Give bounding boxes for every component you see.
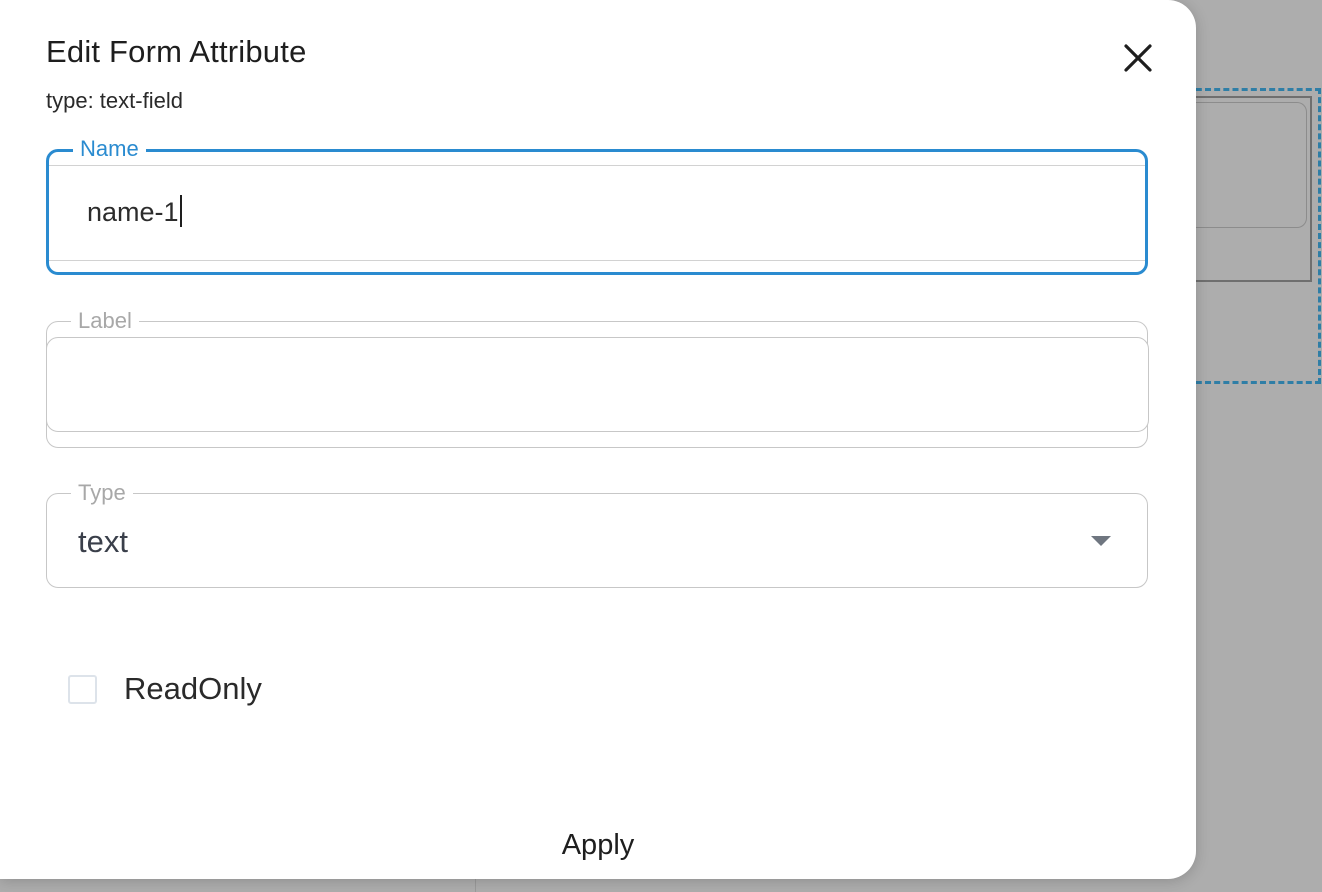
close-icon <box>1124 44 1152 72</box>
type-select[interactable]: Type text <box>46 478 1148 588</box>
readonly-checkbox[interactable] <box>68 674 97 704</box>
label-field-label: Label <box>71 306 139 336</box>
label-field[interactable]: Label <box>45 306 1149 448</box>
name-input[interactable]: name-1 <box>49 165 1145 261</box>
type-select-label: Type <box>71 478 133 508</box>
name-field[interactable]: Name name-1 <box>46 134 1148 275</box>
text-caret <box>179 195 182 227</box>
name-field-label: Name <box>73 134 146 164</box>
readonly-option[interactable]: ReadOnly <box>68 671 262 707</box>
apply-button[interactable]: Apply <box>520 822 676 868</box>
readonly-label: ReadOnly <box>124 671 262 706</box>
dialog-title: Edit Form Attribute <box>46 34 307 69</box>
label-input[interactable] <box>45 337 1149 432</box>
close-button[interactable] <box>1118 38 1158 78</box>
name-input-value: name-1 <box>87 195 182 228</box>
chevron-down-icon <box>1091 536 1111 546</box>
edit-form-attribute-dialog: Edit Form Attribute type: text-field Nam… <box>0 0 1196 879</box>
dialog-subtitle: type: text-field <box>46 88 183 113</box>
type-select-value: text <box>78 524 128 559</box>
